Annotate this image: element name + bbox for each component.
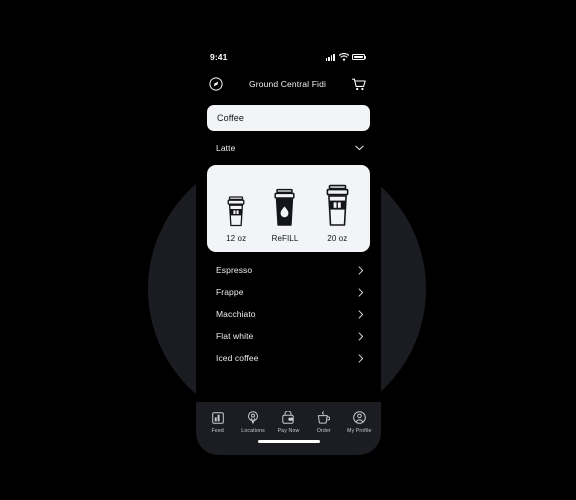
- chevron-right-icon: [358, 265, 364, 275]
- size-option-label: 20 oz: [327, 233, 348, 243]
- list-item[interactable]: Macchiato: [207, 303, 370, 325]
- user-circle-icon: [352, 410, 366, 425]
- list-item[interactable]: Frappe: [207, 281, 370, 303]
- tab-label: Locations: [241, 428, 265, 434]
- search-input-value: Coffee: [217, 113, 244, 123]
- list-item-label: Flat white: [216, 331, 254, 341]
- tab-label: Pay Now: [277, 428, 300, 434]
- size-option-refill[interactable]: ReFILL: [270, 175, 299, 243]
- list-item-label: Frappe: [216, 287, 244, 297]
- battery-icon: [352, 53, 367, 61]
- tab-my-profile[interactable]: My Profile: [342, 410, 376, 434]
- home-indicator[interactable]: [257, 440, 320, 443]
- list-item-label: Espresso: [216, 265, 253, 275]
- size-option-12oz[interactable]: 12 oz: [224, 175, 248, 243]
- chevron-down-icon: [355, 145, 364, 151]
- size-option-label: ReFILL: [271, 233, 299, 243]
- screenshot-stage: 9:41 Ground Central Fidi Coffee Latte 12…: [0, 0, 576, 500]
- tab-label: My Profile: [346, 428, 372, 434]
- list-item[interactable]: Iced coffee: [207, 347, 370, 369]
- chevron-right-icon: [358, 353, 364, 363]
- list-item-label: Iced coffee: [216, 353, 259, 363]
- tab-label: Order: [316, 428, 331, 434]
- search-input[interactable]: Coffee: [207, 105, 370, 131]
- list-item[interactable]: Espresso: [207, 259, 370, 281]
- cellular-signal-icon: [325, 53, 335, 61]
- tab-bar-items: Feed Locations Pay Now Order My Profile: [196, 402, 381, 434]
- tab-order[interactable]: Order: [307, 410, 341, 434]
- map-pin-icon: [247, 410, 259, 425]
- tab-label: Feed: [211, 428, 224, 434]
- size-option-label: 12 oz: [226, 233, 247, 243]
- coffee-cup-small-icon: [224, 182, 248, 228]
- status-bar-time: 9:41: [210, 52, 228, 62]
- tab-locations[interactable]: Locations: [236, 410, 270, 434]
- chevron-right-icon: [358, 287, 364, 297]
- variant-dropdown[interactable]: Latte: [207, 138, 370, 158]
- list-item-label: Macchiato: [216, 309, 256, 319]
- page-title: Ground Central Fidi: [248, 79, 327, 89]
- chevron-right-icon: [358, 331, 364, 341]
- wifi-icon: [338, 53, 349, 61]
- status-bar-icons: [325, 53, 367, 61]
- variant-dropdown-value: Latte: [216, 143, 236, 153]
- tab-pay-now[interactable]: Pay Now: [271, 410, 305, 434]
- mug-icon: [317, 410, 331, 425]
- size-option-20oz[interactable]: 20 oz: [322, 175, 353, 243]
- size-selector-card: 12 oz ReFILL 20 oz: [207, 165, 370, 252]
- coffee-cup-refill-icon: [270, 182, 299, 228]
- tab-feed[interactable]: Feed: [201, 410, 235, 434]
- compass-icon[interactable]: [208, 76, 224, 92]
- status-bar: 9:41: [196, 45, 381, 69]
- app-bar: Ground Central Fidi: [196, 69, 381, 99]
- menu-list: Espresso Frappe Macchiato Flat white Ice…: [196, 259, 381, 369]
- phone-mockup: 9:41 Ground Central Fidi Coffee Latte 12…: [196, 45, 381, 455]
- chevron-right-icon: [358, 309, 364, 319]
- bottom-tab-bar: Feed Locations Pay Now Order My Profile: [196, 402, 381, 455]
- wallet-icon: [282, 410, 295, 425]
- search-section: Coffee: [196, 99, 381, 131]
- shopping-cart-icon[interactable]: [351, 76, 367, 92]
- list-item[interactable]: Flat white: [207, 325, 370, 347]
- coffee-cup-large-icon: [322, 182, 353, 228]
- feed-grid-icon: [211, 410, 224, 425]
